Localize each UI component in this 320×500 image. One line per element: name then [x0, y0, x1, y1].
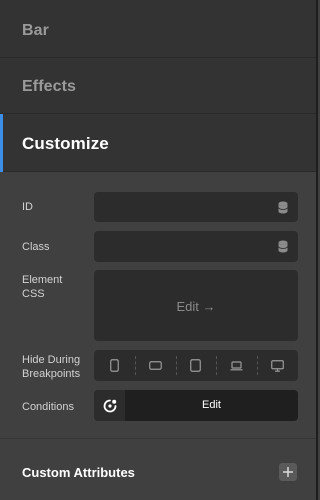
- class-label: Class: [22, 241, 50, 253]
- phone-portrait-icon: [110, 359, 119, 372]
- accordion-customize[interactable]: Customize: [0, 114, 318, 172]
- id-input[interactable]: [94, 192, 298, 222]
- database-icon[interactable]: [278, 201, 288, 214]
- breakpoint-toggle-group: [94, 350, 298, 381]
- conditions-icon: [103, 399, 116, 412]
- element-css-edit-link[interactable]: Edit →: [94, 299, 298, 314]
- accordion-effects-label: Effects: [22, 78, 77, 95]
- customize-panel: Bar Effects Customize ID Class Element C…: [0, 0, 318, 500]
- panel-edge: [316, 0, 318, 500]
- accordion-customize-label: Customize: [22, 134, 109, 153]
- breakpoint-phone-landscape[interactable]: [134, 350, 176, 381]
- breakpoint-desktop[interactable]: [257, 350, 298, 381]
- accordion-bar[interactable]: Bar: [0, 0, 318, 58]
- tablet-icon: [190, 359, 202, 372]
- active-indicator: [0, 114, 3, 172]
- element-css-label: Element CSS: [22, 273, 62, 301]
- hide-breakpoints-label-line1: Hide During: [22, 354, 81, 366]
- hide-breakpoints-label-line2: Breakpoints: [22, 368, 81, 380]
- conditions-edit-button[interactable]: Edit: [125, 390, 298, 421]
- hide-breakpoints-label: Hide During Breakpoints: [22, 353, 80, 381]
- database-icon[interactable]: [278, 240, 288, 253]
- element-css-label-line2: CSS: [22, 288, 45, 300]
- desktop-icon: [271, 359, 284, 372]
- breakpoint-phone-portrait[interactable]: [94, 350, 135, 381]
- laptop-icon: [230, 360, 243, 370]
- custom-attributes-title: Custom Attributes: [22, 465, 135, 480]
- accordion-bar-label: Bar: [22, 22, 49, 39]
- add-attribute-button[interactable]: [279, 463, 297, 481]
- plus-icon: [283, 467, 293, 477]
- accordion-effects[interactable]: Effects: [0, 58, 318, 114]
- breakpoint-laptop[interactable]: [216, 350, 257, 381]
- breakpoint-tablet[interactable]: [175, 350, 217, 381]
- element-css-label-line1: Element: [22, 274, 63, 286]
- conditions-label: Conditions: [22, 401, 74, 413]
- conditions-icon-button[interactable]: [94, 390, 125, 421]
- id-label: ID: [22, 201, 33, 213]
- conditions-control: Edit: [94, 390, 298, 421]
- class-input[interactable]: [94, 231, 298, 262]
- section-divider: [0, 438, 316, 439]
- phone-landscape-icon: [148, 361, 162, 370]
- element-css-editor[interactable]: Edit →: [94, 270, 298, 341]
